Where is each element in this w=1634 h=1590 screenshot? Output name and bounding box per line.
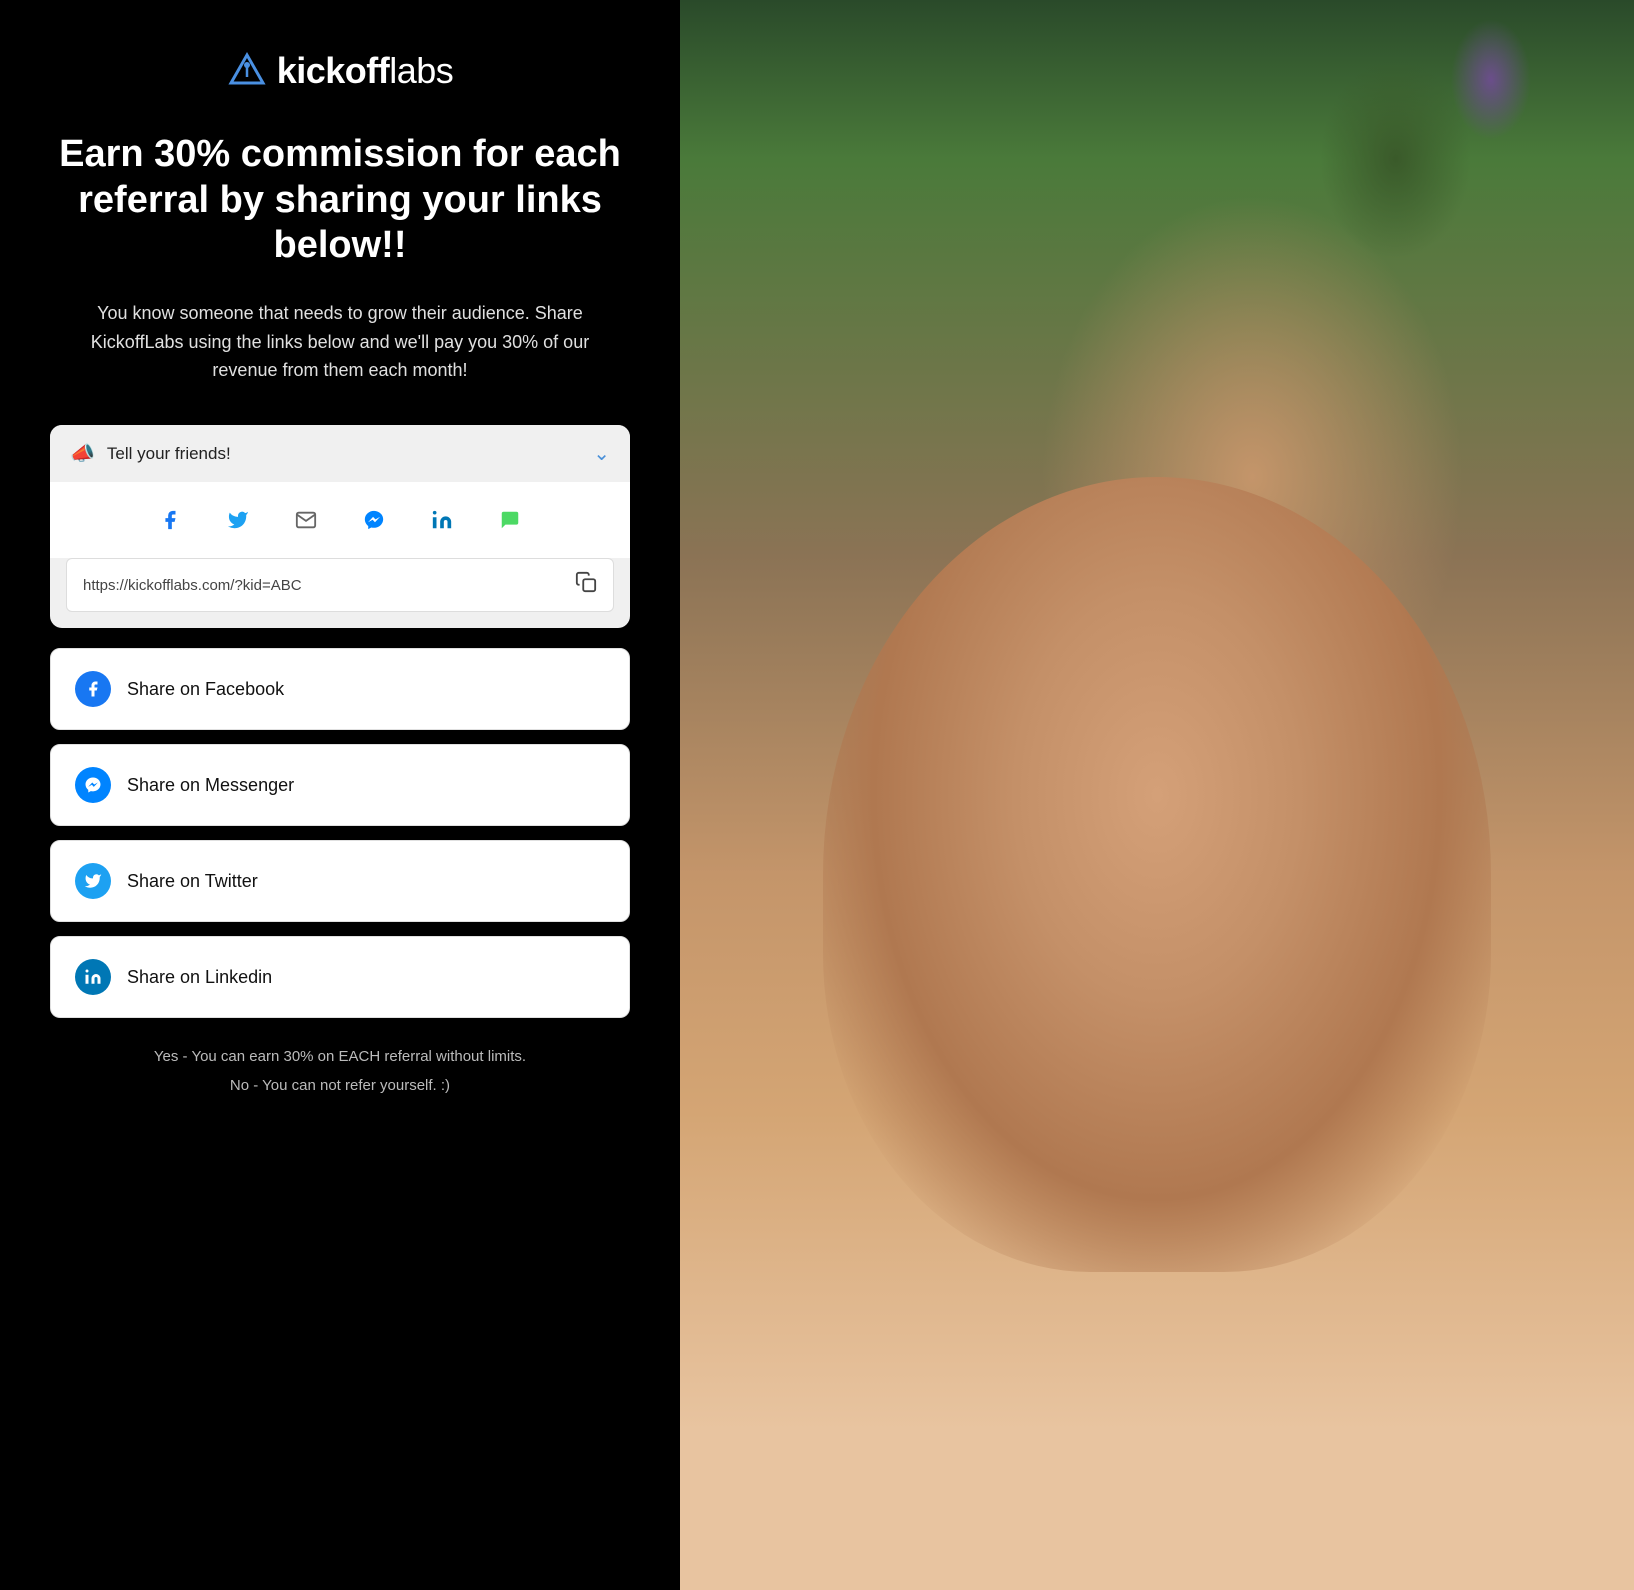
share-facebook-label: Share on Facebook — [127, 679, 284, 700]
footer-notes: Yes - You can earn 30% on EACH referral … — [154, 1048, 526, 1106]
share-facebook-button[interactable]: Share on Facebook — [50, 648, 630, 730]
share-messenger-label: Share on Messenger — [127, 775, 294, 796]
share-twitter-label: Share on Twitter — [127, 871, 258, 892]
share-widget: 📣 Tell your friends! ⌄ — [50, 425, 630, 628]
facebook-icon — [75, 671, 111, 707]
share-linkedin-button[interactable]: Share on Linkedin — [50, 936, 630, 1018]
linkedin-icon — [75, 959, 111, 995]
linkedin-share-icon[interactable] — [420, 498, 464, 542]
share-buttons-section: Share on Facebook Share on Messenger Sha… — [50, 648, 630, 1018]
share-icons-row — [50, 482, 630, 558]
share-twitter-button[interactable]: Share on Twitter — [50, 840, 630, 922]
logo-area: kickofflabs — [227, 50, 454, 92]
footer-note-1: Yes - You can earn 30% on EACH referral … — [154, 1048, 526, 1065]
messenger-icon — [75, 767, 111, 803]
facebook-share-icon[interactable] — [148, 498, 192, 542]
footer-note-2: No - You can not refer yourself. :) — [154, 1077, 526, 1094]
share-link-url: https://kickofflabs.com/?kid=ABC — [83, 577, 302, 594]
megaphone-icon: 📣 — [70, 441, 95, 466]
share-messenger-button[interactable]: Share on Messenger — [50, 744, 630, 826]
twitter-icon — [75, 863, 111, 899]
sms-share-icon[interactable] — [488, 498, 532, 542]
logo-text: kickofflabs — [277, 50, 454, 92]
share-linkedin-label: Share on Linkedin — [127, 967, 272, 988]
page-headline: Earn 30% commission for each referral by… — [50, 132, 630, 269]
share-widget-header-left: 📣 Tell your friends! — [70, 441, 231, 466]
right-panel-image — [680, 0, 1634, 1590]
left-panel: kickofflabs Earn 30% commission for each… — [0, 0, 680, 1590]
kickofflabs-logo-icon — [227, 51, 267, 91]
tell-friends-label: Tell your friends! — [107, 444, 231, 464]
twitter-share-icon[interactable] — [216, 498, 260, 542]
photo-background — [680, 0, 1634, 1590]
share-widget-header[interactable]: 📣 Tell your friends! ⌄ — [50, 425, 630, 482]
messenger-share-icon[interactable] — [352, 498, 396, 542]
copy-icon[interactable] — [575, 571, 597, 599]
page-subtext: You know someone that needs to grow thei… — [60, 299, 620, 385]
chevron-down-icon: ⌄ — [593, 441, 610, 466]
email-share-icon[interactable] — [284, 498, 328, 542]
share-link-row: https://kickofflabs.com/?kid=ABC — [66, 558, 614, 612]
